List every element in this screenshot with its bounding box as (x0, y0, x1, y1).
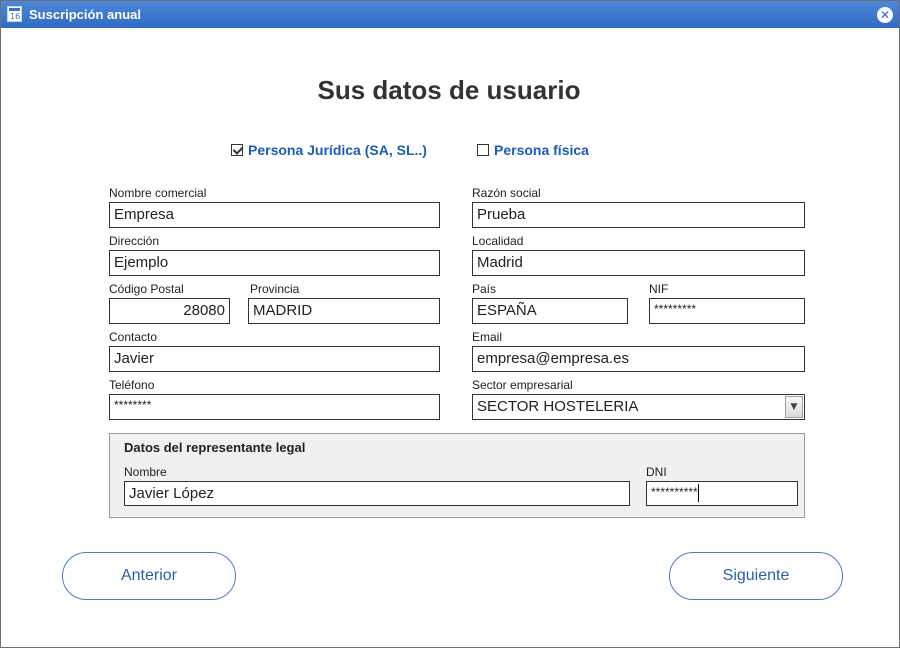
rep-dni-value: ********** (651, 485, 698, 499)
email-input[interactable]: empresa@empresa.es (472, 346, 805, 372)
sector-select[interactable]: SECTOR HOSTELERIA ▼ (472, 394, 805, 420)
close-icon[interactable]: ✕ (877, 7, 893, 23)
razon-social-input[interactable]: Prueba (472, 202, 805, 228)
persona-fisica-checkbox[interactable] (477, 144, 489, 156)
rep-dni-label: DNI (646, 465, 667, 479)
rep-nombre-label: Nombre (124, 465, 167, 479)
sector-selected-value: SECTOR HOSTELERIA (477, 398, 639, 415)
calendar-icon: 16 (7, 6, 22, 22)
localidad-input[interactable]: Madrid (472, 250, 805, 276)
persona-fisica-option[interactable]: Persona física (477, 142, 589, 158)
chevron-down-icon[interactable]: ▼ (785, 396, 803, 418)
title-bar[interactable]: 16 Suscripción anual ✕ (1, 1, 899, 28)
nombre-comercial-label: Nombre comercial (109, 186, 207, 200)
persona-juridica-label: Persona Jurídica (SA, SL..) (248, 142, 427, 158)
representante-title: Datos del representante legal (124, 440, 306, 455)
siguiente-button[interactable]: Siguiente (669, 552, 843, 600)
nif-label: NIF (649, 282, 669, 296)
pais-input[interactable]: ESPAÑA (472, 298, 628, 324)
persona-juridica-checkbox[interactable] (231, 144, 243, 156)
codigo-postal-input[interactable]: 28080 (109, 298, 230, 324)
window-title: Suscripción anual (29, 7, 141, 22)
nombre-comercial-input[interactable]: Empresa (109, 202, 440, 228)
telefono-input[interactable]: ******** (109, 394, 440, 420)
telefono-label: Teléfono (109, 378, 155, 392)
razon-social-label: Razón social (472, 186, 541, 200)
provincia-input[interactable]: MADRID (248, 298, 440, 324)
persona-juridica-option[interactable]: Persona Jurídica (SA, SL..) (231, 142, 427, 158)
direccion-label: Dirección (109, 234, 160, 248)
page-title: Sus datos de usuario (317, 75, 581, 105)
contacto-label: Contacto (109, 330, 158, 344)
text-cursor (697, 483, 699, 502)
subscription-window: 16 Suscripción anual ✕ Sus datos de usua… (0, 0, 900, 648)
representante-panel: Datos del representante legal Nombre Jav… (109, 433, 805, 518)
nif-input[interactable]: ********* (649, 298, 805, 324)
rep-nombre-input[interactable]: Javier López (124, 481, 630, 506)
direccion-input[interactable]: Ejemplo (109, 250, 440, 276)
localidad-label: Localidad (472, 234, 524, 248)
persona-fisica-label: Persona física (494, 142, 589, 158)
contacto-input[interactable]: Javier (109, 346, 440, 372)
rep-dni-input[interactable]: ********** (646, 481, 798, 506)
codigo-postal-label: Código Postal (109, 282, 184, 296)
anterior-button[interactable]: Anterior (62, 552, 236, 600)
provincia-label: Provincia (250, 282, 300, 296)
email-label: Email (472, 330, 503, 344)
pais-label: País (472, 282, 497, 296)
sector-label: Sector empresarial (472, 378, 573, 392)
